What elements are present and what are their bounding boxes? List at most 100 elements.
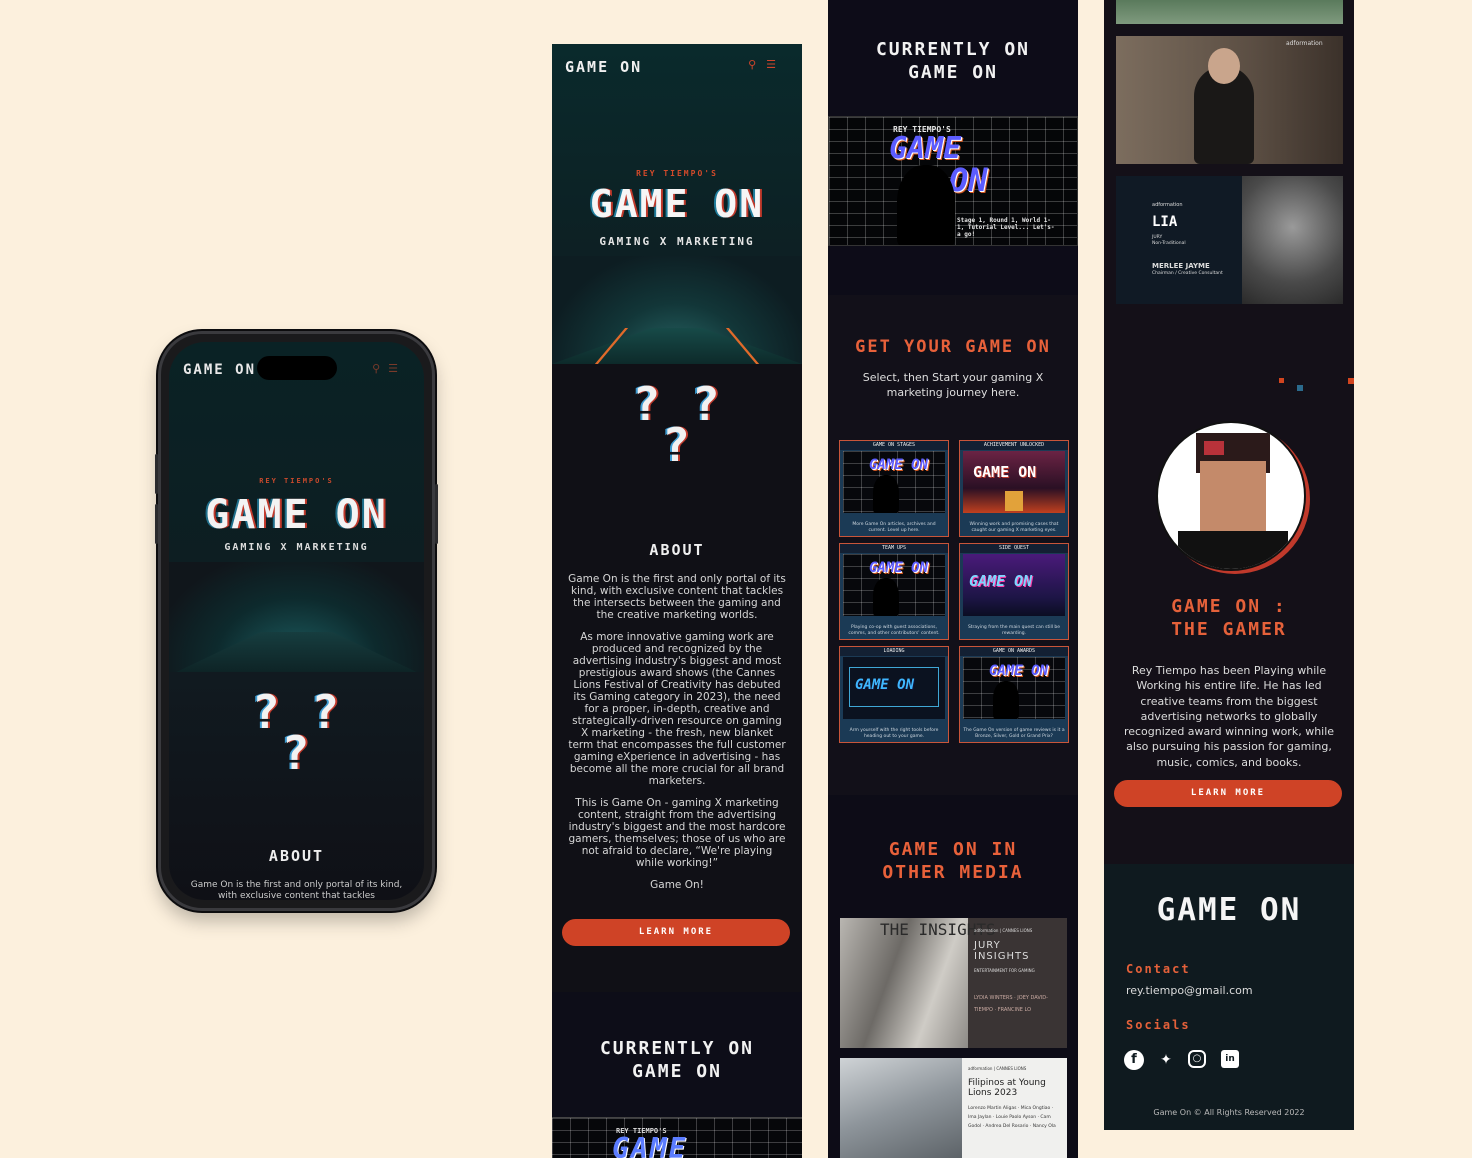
- jury-category: Non-Traditional: [1152, 241, 1186, 246]
- currently-on-heading: CURRENTLY ON GAME ON: [828, 38, 1078, 84]
- trophy-icon: [1005, 491, 1023, 511]
- media-org: adformation | CANNES LIONS: [968, 1066, 1027, 1071]
- currently-on-heading: CURRENTLY ON GAME ON: [552, 1037, 802, 1083]
- city-road-image: [169, 562, 424, 672]
- card-description: The Game On version of game reviews is i…: [963, 728, 1065, 739]
- gamer-avatar: [1156, 421, 1306, 571]
- card-image-text: GAME ON: [855, 677, 915, 693]
- footer-logo[interactable]: GAME ON: [1104, 892, 1354, 928]
- city-road-image: [552, 256, 802, 364]
- card-description: More Game On articles, archives and curr…: [852, 522, 936, 533]
- menu-icon[interactable]: ☰: [388, 362, 406, 375]
- header-icons: ⚲☰: [372, 362, 406, 375]
- currently-on-section: CURRENTLY ON GAME ON REY TIEMPO'S GAME O…: [828, 0, 1078, 295]
- category-card-stages[interactable]: GAME ON STAGES GAME ON More Game On arti…: [839, 440, 949, 537]
- contact-email[interactable]: rey.tiempo@gmail.com: [1126, 984, 1253, 997]
- category-card-achievement[interactable]: ACHIEVEMENT UNLOCKED GAME ON Winning wor…: [959, 440, 1069, 537]
- pixel-decoration: [1279, 378, 1284, 383]
- hero-subtitle: REY TIEMPO'S: [636, 169, 718, 178]
- header-icons: ⚲☰: [748, 58, 786, 71]
- about-paragraph: Game On!: [650, 879, 704, 891]
- game-on-banner[interactable]: REY TIEMPO'S GAME: [552, 1117, 802, 1158]
- card-title: GAME ON AWARDS: [960, 647, 1068, 656]
- heading-line: GAME ON: [908, 62, 998, 83]
- pixel-decoration: [1297, 385, 1303, 391]
- card-title: ACHIEVEMENT UNLOCKED: [960, 441, 1068, 450]
- heading-line: OTHER MEDIA: [882, 862, 1024, 883]
- silhouette-image: [993, 681, 1019, 719]
- site-logo[interactable]: GAME ON: [183, 362, 256, 378]
- socials-label: Socials: [1126, 1018, 1191, 1032]
- category-card-awards[interactable]: GAME ON AWARDS GAME ON The Game On versi…: [959, 646, 1069, 743]
- learn-more-button[interactable]: LEARN MORE: [1114, 780, 1342, 807]
- game-on-banner[interactable]: REY TIEMPO'S GAME ON Stage 1, Round 1, W…: [828, 116, 1078, 246]
- question-marks-graphic: ? ? ?: [632, 377, 722, 473]
- card-description: Straying from the main quest can still b…: [967, 625, 1061, 636]
- banner-title-2: ON: [949, 161, 988, 199]
- phone-volume-button: [155, 504, 158, 544]
- instagram-icon[interactable]: ○: [1188, 1050, 1206, 1068]
- avatar-shirt: [1178, 531, 1288, 569]
- about-paragraph: Game On is the first and only portal of …: [568, 573, 786, 621]
- jury-portrait: [1242, 176, 1343, 304]
- heading-line: THE GAMER: [1171, 619, 1287, 640]
- card-title: GAME ON STAGES: [840, 441, 948, 450]
- hero-section: GAME ON ⚲☰ REY TIEMPO'S GAME ON GAMING X…: [552, 44, 802, 364]
- media-jury-insights[interactable]: THE INSIGHTS adformation | CANNES LIONS …: [840, 918, 1067, 1048]
- heading-line: GAME ON IN: [888, 839, 1018, 860]
- media-org: adformation: [1152, 202, 1183, 208]
- get-game-on-heading: GET YOUR GAME ON: [855, 337, 1051, 357]
- phone-power-button: [435, 484, 438, 544]
- media-org: adformation: [1286, 40, 1323, 47]
- site-logo[interactable]: GAME ON: [565, 58, 642, 76]
- media-lia-jury[interactable]: adformation LIA JURY Non-Traditional MER…: [1116, 176, 1343, 304]
- media-photo-top[interactable]: [1116, 0, 1343, 24]
- about-paragraph: This is Game On - gaming X marketing con…: [568, 797, 786, 869]
- category-card-loading[interactable]: LOADING GAME ON Arm yourself with the ri…: [839, 646, 949, 743]
- question-marks-graphic: ? ? ?: [251, 685, 342, 781]
- card-image: GAME ON: [843, 554, 945, 616]
- facebook-icon[interactable]: f: [1124, 1050, 1144, 1070]
- get-game-on-description: Select, then Start your gaming X marketi…: [862, 371, 1044, 399]
- silhouette-image: [897, 165, 955, 245]
- learn-more-button[interactable]: LEARN MORE: [562, 919, 790, 946]
- avatar-hair-highlight: [1204, 441, 1224, 455]
- the-gamer-heading: GAME ON : THE GAMER: [1104, 595, 1354, 641]
- twitter-icon[interactable]: ✦: [1156, 1050, 1176, 1070]
- dynamic-island: [256, 356, 337, 380]
- media-names: LYDIA WINTERS · JOEY DAVID-TIEMPO · FRAN…: [974, 995, 1048, 1013]
- card-image-text: GAME ON: [973, 463, 1037, 481]
- search-icon[interactable]: ⚲: [748, 58, 766, 71]
- mobile-page-section-3: adformation adformation LIA JURY Non-Tra…: [1104, 0, 1354, 1130]
- young-lions-photo: [840, 1058, 962, 1158]
- about-heading: ABOUT: [268, 847, 325, 865]
- media-names: Lorenzo Martin Aligas · Mica Ongtiao · I…: [968, 1106, 1056, 1129]
- heading-line: GAME ON :: [1171, 596, 1287, 617]
- media-young-lions[interactable]: adformation | CANNES LIONS Filipinos at …: [840, 1058, 1067, 1158]
- category-card-side-quest[interactable]: SIDE QUEST GAME ON Straying from the mai…: [959, 543, 1069, 640]
- linkedin-icon[interactable]: in: [1221, 1050, 1239, 1068]
- card-title: LOADING: [840, 647, 948, 656]
- card-image: GAME ON: [843, 657, 945, 719]
- card-description: Arm yourself with the right tools before…: [849, 728, 939, 739]
- about-paragraph: As more innovative gaming work are produ…: [568, 631, 786, 787]
- media-interview-photo[interactable]: adformation: [1116, 36, 1343, 164]
- search-icon[interactable]: ⚲: [372, 362, 388, 375]
- card-title: SIDE QUEST: [960, 544, 1068, 553]
- phone-volume-button: [155, 454, 158, 494]
- category-card-team-ups[interactable]: TEAM UPS GAME ON Playing co-op with gues…: [839, 543, 949, 640]
- hero-subtitle: REY TIEMPO'S: [259, 477, 334, 485]
- card-image: GAME ON: [963, 451, 1065, 513]
- mobile-page-section-1: GAME ON ⚲☰ REY TIEMPO'S GAME ON GAMING X…: [552, 44, 802, 1158]
- card-image-text: GAME ON: [969, 572, 1033, 590]
- jury-label: JURY: [1152, 235, 1163, 240]
- menu-icon[interactable]: ☰: [766, 58, 786, 71]
- currently-on-section: CURRENTLY ON GAME ON REY TIEMPO'S GAME: [552, 992, 802, 1158]
- person-face: [1208, 48, 1240, 84]
- media-title: JURY INSIGHTS: [974, 940, 1030, 962]
- card-image-text: GAME ON: [989, 663, 1049, 679]
- card-image-text: GAME ON: [869, 457, 929, 473]
- silhouette-image: [873, 475, 899, 513]
- about-heading: ABOUT: [649, 541, 705, 559]
- phone-mockup: GAME ON ⚲☰ REY TIEMPO'S GAME ON GAMING X…: [155, 331, 438, 911]
